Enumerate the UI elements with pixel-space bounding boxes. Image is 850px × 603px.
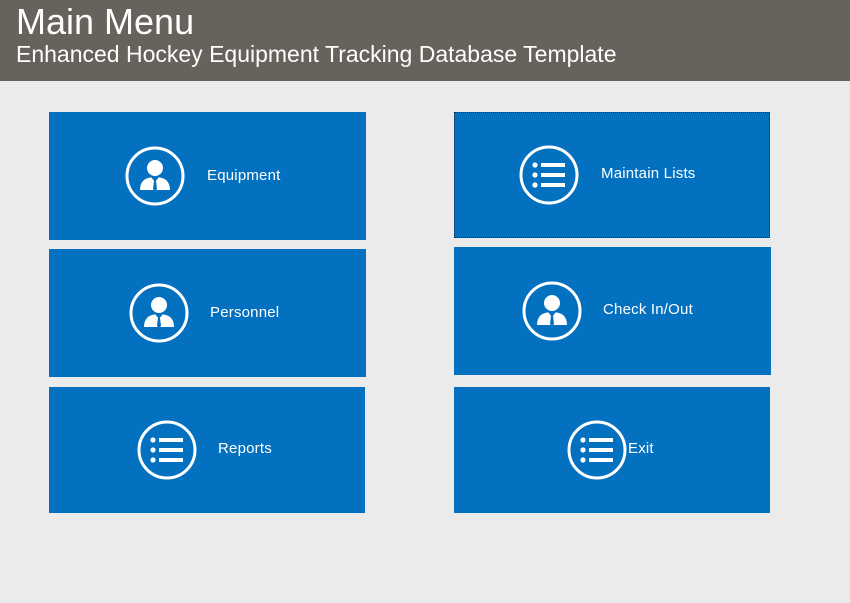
equipment-button[interactable]: Equipment (49, 112, 366, 240)
person-icon (522, 281, 582, 341)
person-icon (129, 283, 189, 343)
reports-label: Reports (218, 440, 272, 457)
list-icon (567, 420, 627, 480)
maintain-lists-button[interactable]: Maintain Lists (454, 112, 770, 238)
person-icon (125, 146, 185, 206)
personnel-label: Personnel (210, 304, 280, 321)
reports-button[interactable]: Reports (49, 387, 365, 513)
page-subtitle: Enhanced Hockey Equipment Tracking Datab… (16, 41, 617, 67)
equipment-label: Equipment (207, 167, 281, 184)
exit-label: Exit (628, 440, 654, 457)
personnel-button[interactable]: Personnel (49, 249, 366, 377)
list-icon (519, 145, 579, 205)
list-icon (137, 420, 197, 480)
title-bar: Main Menu Enhanced Hockey Equipment Trac… (0, 0, 850, 81)
exit-button[interactable]: Exit (454, 387, 770, 513)
maintain-lists-label: Maintain Lists (601, 165, 696, 182)
check-in-out-label: Check In/Out (603, 301, 693, 318)
check-in-out-button[interactable]: Check In/Out (454, 247, 771, 375)
page-title: Main Menu (16, 1, 195, 42)
